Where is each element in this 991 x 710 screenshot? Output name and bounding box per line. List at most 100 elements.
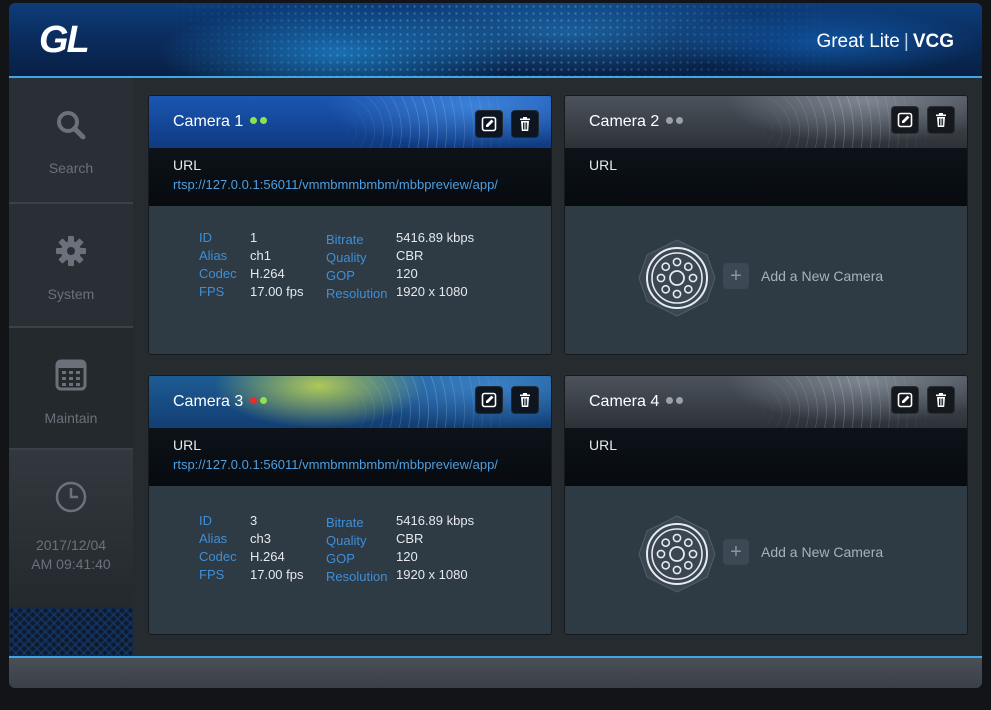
add-camera-button[interactable]: + [723, 539, 749, 565]
camera-details: ID 3 Alias ch3 Codec H.264 FPS 17.00 fps… [149, 486, 551, 634]
camera-title: Camera 2 [589, 113, 684, 131]
field-label: GOP [326, 268, 355, 283]
edit-camera-button[interactable] [475, 386, 503, 414]
camera-card-4: Camera 4 URL + Add a New Camera [564, 375, 968, 635]
trash-icon [933, 112, 949, 128]
clock-icon [55, 481, 87, 513]
camera-card-2: Camera 2 URL + Add a New Camera [564, 95, 968, 355]
camera-details: ID 1 Alias ch1 Codec H.264 FPS 17.00 fps… [149, 206, 551, 354]
camera-name: Camera 1 [173, 113, 244, 130]
field-value: 120 [396, 266, 418, 281]
field-label: Resolution [326, 569, 388, 584]
search-icon [57, 111, 86, 140]
field-value: 1 [250, 230, 258, 245]
camera-card-header: Camera 3 [149, 376, 551, 466]
camera-card-header: Camera 1 [149, 96, 551, 186]
field-value: ch3 [250, 531, 271, 546]
header-bar: GL Great Lite | VCG [9, 3, 982, 78]
footer-bar [9, 656, 982, 688]
url-label: URL [589, 157, 618, 173]
delete-camera-button[interactable] [927, 106, 955, 134]
field-label: ID [199, 230, 212, 245]
camera-card-3: Camera 3 URL rtsp://127.0.0.1:56011/vmmb… [148, 375, 552, 635]
field-value: 1920 x 1080 [396, 284, 468, 299]
field-label: Quality [326, 533, 367, 548]
field-value: 3 [250, 513, 258, 528]
field-value: 17.00 fps [250, 284, 304, 299]
field-label: Quality [326, 250, 367, 265]
sidebar-item-label: Search [48, 160, 94, 176]
field-value: 1920 x 1080 [396, 567, 468, 582]
field-value: H.264 [250, 266, 285, 281]
stream-url[interactable]: rtsp://127.0.0.1:56011/vmmbmmbmbm/mbbpre… [173, 177, 498, 192]
delete-camera-button[interactable] [511, 386, 539, 414]
url-label: URL [173, 157, 202, 173]
add-camera-label[interactable]: Add a New Camera [761, 268, 883, 284]
app-window: GL Great Lite | VCG Search System Mainta… [9, 3, 982, 688]
edit-icon [481, 392, 497, 408]
sidebar: Search System Maintain 2017/12/04 AM 09:… [9, 78, 133, 656]
brand-title: Great Lite | VCG [816, 31, 954, 53]
sidebar-item-system[interactable]: System [9, 204, 133, 328]
camera-lens-icon [637, 514, 717, 594]
edit-icon [897, 392, 913, 408]
field-label: FPS [199, 284, 225, 299]
url-section: URL rtsp://127.0.0.1:56011/vmmbmmbmbm/mb… [149, 148, 551, 207]
field-value: 120 [396, 549, 418, 564]
field-label: Codec [199, 266, 237, 281]
gl-logo: GL [39, 19, 90, 61]
sidebar-item-search[interactable]: Search [9, 78, 133, 204]
delete-camera-button[interactable] [927, 386, 955, 414]
gear-icon [56, 236, 86, 266]
sidebar-item-label: Maintain [44, 410, 98, 426]
empty-camera-slot: + Add a New Camera [565, 206, 967, 354]
add-camera-button[interactable]: + [723, 263, 749, 289]
empty-camera-slot: + Add a New Camera [565, 486, 967, 634]
delete-camera-button[interactable] [511, 110, 539, 138]
field-label: ID [199, 513, 212, 528]
trash-icon [517, 392, 533, 408]
status-dot-green [260, 117, 268, 125]
field-label: Bitrate [326, 232, 364, 247]
field-label: Alias [199, 248, 228, 263]
clock-date: 2017/12/04 [35, 537, 107, 553]
status-dot-idle [676, 397, 684, 405]
edit-icon [481, 116, 497, 132]
edit-camera-button[interactable] [891, 386, 919, 414]
edit-camera-button[interactable] [475, 110, 503, 138]
camera-name: Camera 2 [589, 113, 660, 130]
field-label: FPS [199, 567, 225, 582]
field-value: CBR [396, 248, 424, 263]
product-name: VCG [912, 31, 954, 52]
field-label: Resolution [326, 286, 388, 301]
add-camera-label[interactable]: Add a New Camera [761, 544, 883, 560]
camera-card-header: Camera 4 [565, 376, 967, 466]
url-section: URL [565, 148, 967, 207]
url-section: URL rtsp://127.0.0.1:56011/vmmbmmbmbm/mb… [149, 428, 551, 487]
field-value: 17.00 fps [250, 567, 304, 582]
header-pattern [159, 3, 859, 76]
camera-card-header: Camera 2 [565, 96, 967, 186]
clock-time: AM 09:41:40 [31, 556, 111, 572]
camera-name: Camera 3 [173, 393, 244, 410]
url-section: URL [565, 428, 967, 487]
trash-icon [933, 392, 949, 408]
clock-panel: 2017/12/04 AM 09:41:40 [9, 450, 133, 608]
camera-name: Camera 4 [589, 393, 660, 410]
brand-separator: | [903, 31, 909, 52]
url-label: URL [173, 437, 202, 453]
field-label: Bitrate [326, 515, 364, 530]
status-dot-idle [676, 117, 684, 125]
stream-url[interactable]: rtsp://127.0.0.1:56011/vmmbmmbmbm/mbbpre… [173, 457, 498, 472]
sidebar-item-maintain[interactable]: Maintain [9, 328, 133, 450]
field-value: CBR [396, 531, 424, 546]
edit-camera-button[interactable] [891, 106, 919, 134]
field-value: H.264 [250, 549, 285, 564]
sidebar-pattern [9, 608, 133, 656]
field-value: 5416.89 kbps [396, 513, 475, 528]
field-value: ch1 [250, 248, 271, 263]
brand-name: Great Lite [816, 31, 900, 52]
camera-title: Camera 3 [173, 393, 268, 411]
camera-title: Camera 4 [589, 393, 684, 411]
status-dot-green [260, 397, 268, 405]
